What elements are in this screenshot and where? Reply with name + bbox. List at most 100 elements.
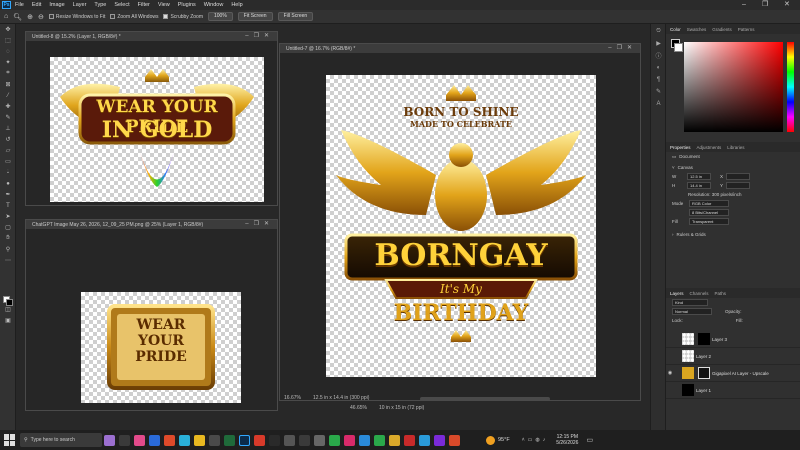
app-icon[interactable]: [359, 434, 370, 446]
menu-select[interactable]: Select: [110, 0, 133, 10]
rulers-grids-section[interactable]: › Rulers & Grids: [666, 230, 800, 239]
app-icon[interactable]: [254, 434, 265, 446]
hand-tool-icon[interactable]: ✋︎: [2, 234, 14, 243]
app-icon[interactable]: [134, 434, 145, 446]
close-icon[interactable]: ✕: [784, 0, 790, 10]
app-icon[interactable]: [329, 434, 340, 446]
crop-tool-icon[interactable]: ⌗: [2, 69, 14, 78]
canvas[interactable]: BORN TO SHINE MADE TO CELEBRATE BORNGAY …: [326, 75, 596, 377]
pen-tool-icon[interactable]: ✒: [2, 190, 14, 199]
minimize-icon[interactable]: –: [742, 0, 746, 10]
fill-screen-button[interactable]: Fill Screen: [277, 12, 314, 21]
home-icon[interactable]: ⌂: [4, 13, 8, 20]
healing-brush-icon[interactable]: ✚: [2, 102, 14, 111]
history-brush-icon[interactable]: ↺: [2, 135, 14, 144]
document-tab[interactable]: ChatGPT Image May 26, 2026, 12_09_25 PM.…: [26, 220, 277, 229]
canvas[interactable]: WEAR YOUR PRIDE: [81, 292, 241, 403]
eyedropper-icon[interactable]: ⁄: [2, 91, 14, 100]
whatsapp-icon[interactable]: [374, 434, 385, 446]
blend-mode-select[interactable]: Normal: [672, 308, 712, 315]
zoom-level[interactable]: 46.65%: [350, 405, 367, 411]
layer-row[interactable]: ◉ Gigapixel AI Layer - Upscale: [666, 365, 800, 382]
tab-patterns[interactable]: Patterns: [738, 27, 755, 32]
marquee-tool-icon[interactable]: ⬚: [2, 36, 14, 45]
color-picker-field[interactable]: [684, 42, 783, 132]
character-icon[interactable]: A: [653, 99, 664, 108]
lasso-tool-icon[interactable]: ◌: [2, 47, 14, 56]
info-icon[interactable]: ⓘ: [653, 51, 664, 60]
zoom-tool-icon[interactable]: 🔍︎: [13, 13, 22, 21]
gradient-tool-icon[interactable]: ▭: [2, 157, 14, 166]
chrome-icon[interactable]: [164, 434, 175, 446]
app-icon[interactable]: [449, 434, 460, 446]
background-color-swatch[interactable]: [6, 299, 13, 306]
frame-tool-icon[interactable]: ⊠: [2, 80, 14, 89]
menu-window[interactable]: Window: [200, 0, 228, 10]
window-controls[interactable]: –❐✕: [245, 220, 274, 229]
document-tab[interactable]: Untitled-8 @ 15.2% (Layer 1, RGB/8#) * –…: [26, 32, 277, 41]
fit-screen-button[interactable]: Fit Screen: [237, 12, 273, 21]
app-icon[interactable]: [284, 434, 295, 446]
lavender-widget-icon[interactable]: [104, 434, 115, 446]
zoom-100-button[interactable]: 100%: [207, 12, 233, 21]
app-icon[interactable]: [389, 434, 400, 446]
play-icon[interactable]: ▶: [653, 39, 664, 48]
menu-type[interactable]: Type: [90, 0, 110, 10]
tab-layers[interactable]: Layers: [670, 291, 684, 296]
menu-help[interactable]: Help: [227, 0, 246, 10]
tab-color[interactable]: Color: [670, 27, 681, 32]
windows-start-icon[interactable]: [4, 434, 16, 446]
maximize-icon[interactable]: ❐: [762, 0, 768, 10]
weather-temp[interactable]: 95°F: [498, 437, 510, 443]
app-icon[interactable]: [209, 434, 220, 446]
type-tool-icon[interactable]: T: [2, 201, 14, 210]
task-view-icon[interactable]: [119, 434, 130, 446]
shape-tool-icon[interactable]: ▢: [2, 223, 14, 232]
taskbar-search[interactable]: ⚲ Type here to search: [20, 433, 102, 447]
menu-edit[interactable]: Edit: [28, 0, 45, 10]
dodge-tool-icon[interactable]: ●: [2, 179, 14, 188]
app-icon[interactable]: [149, 434, 160, 446]
document-window-untitled-8[interactable]: Untitled-8 @ 15.2% (Layer 1, RGB/8#) * –…: [25, 31, 278, 206]
menu-file[interactable]: File: [11, 0, 28, 10]
weather-icon[interactable]: [486, 435, 495, 445]
tab-channels[interactable]: Channels: [690, 291, 709, 296]
document-window-chatgpt-image[interactable]: ChatGPT Image May 26, 2026, 12_09_25 PM.…: [25, 219, 278, 411]
brush-tool-icon[interactable]: ✎: [2, 113, 14, 122]
app-icon[interactable]: [434, 434, 445, 446]
notifications-icon[interactable]: ▭: [586, 436, 593, 444]
resize-windows-checkbox[interactable]: Resize Windows to Fit: [48, 14, 105, 20]
menu-image[interactable]: Image: [45, 0, 68, 10]
path-select-icon[interactable]: ➤: [2, 212, 14, 221]
app-icon[interactable]: [419, 434, 430, 446]
tab-libraries[interactable]: Libraries: [727, 145, 744, 150]
move-tool-icon[interactable]: ✥: [2, 25, 14, 34]
menu-plugins[interactable]: Plugins: [174, 0, 200, 10]
zoom-all-checkbox[interactable]: Zoom All Windows: [110, 14, 158, 20]
eye-icon[interactable]: ◉: [666, 370, 674, 376]
clock[interactable]: 12:15 PM 5/26/2026: [556, 434, 578, 446]
tab-paths[interactable]: Paths: [715, 291, 727, 296]
height-field[interactable]: 14.4 in: [687, 182, 711, 189]
x-field[interactable]: [726, 173, 751, 180]
zoom-level[interactable]: 16.67%: [284, 395, 301, 401]
more-tools-icon[interactable]: ⋯: [2, 256, 14, 265]
window-controls[interactable]: –❐✕: [245, 32, 274, 41]
hue-slider[interactable]: [787, 42, 794, 132]
clone-stamp-icon[interactable]: ⊥: [2, 124, 14, 133]
window-controls[interactable]: –❐✕: [608, 44, 637, 53]
zoom-tool-side-icon[interactable]: ⚲: [2, 245, 14, 254]
blur-tool-icon[interactable]: 💧︎: [2, 168, 14, 177]
zoom-out-icon[interactable]: ⊖: [38, 13, 44, 21]
bit-depth-select[interactable]: 8 Bits/Channel: [689, 209, 729, 216]
eraser-icon[interactable]: ▱: [2, 146, 14, 155]
history-icon[interactable]: ⏲: [653, 27, 664, 36]
tab-swatches[interactable]: Swatches: [687, 27, 707, 32]
y-field[interactable]: [726, 182, 751, 189]
edge-icon[interactable]: [179, 434, 190, 446]
fill-select[interactable]: Transparent: [689, 218, 729, 225]
horizontal-scrollbar[interactable]: [420, 397, 550, 401]
scrubby-zoom-checkbox[interactable]: Scrubby Zoom: [163, 14, 203, 20]
app-icon[interactable]: [404, 434, 415, 446]
app-icon[interactable]: [314, 434, 325, 446]
